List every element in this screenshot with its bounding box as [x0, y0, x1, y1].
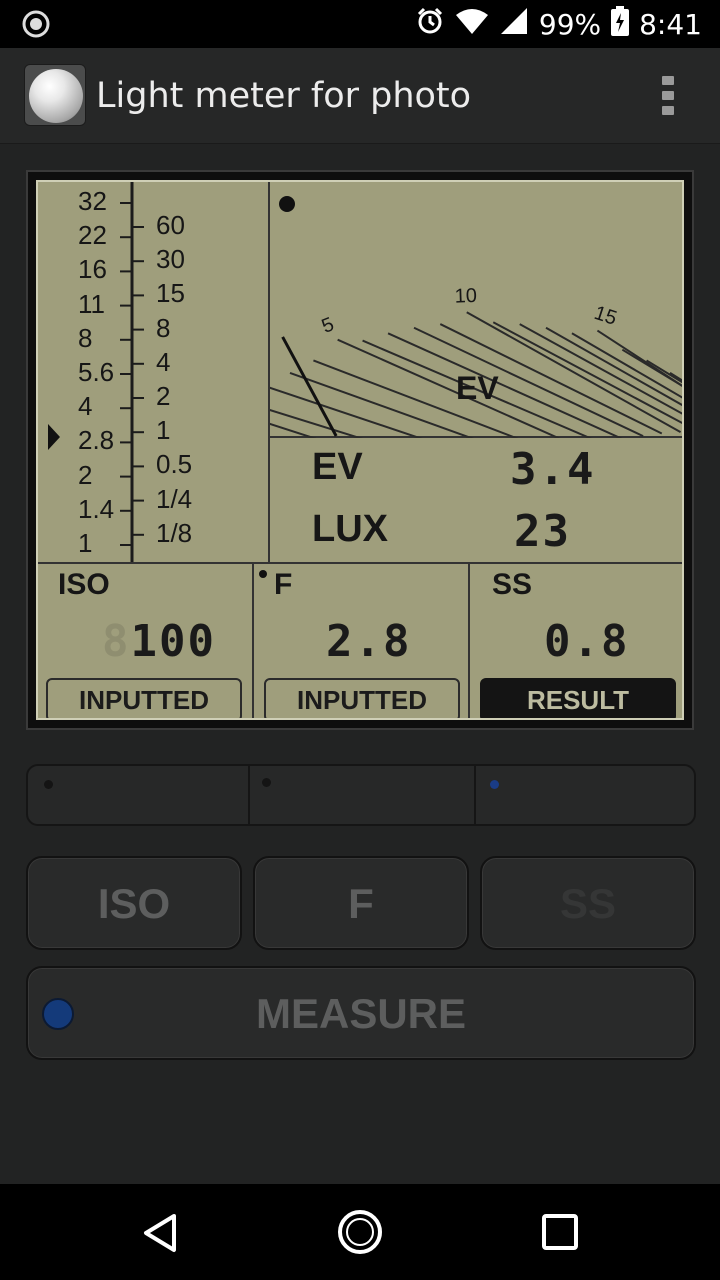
- selector-iso[interactable]: [28, 766, 250, 824]
- gauge-tick: [225, 408, 510, 503]
- parameter-selector: [26, 764, 696, 826]
- selector-f-dot: [262, 778, 271, 787]
- f-cell: F 2.8 INPUTTED: [254, 564, 470, 718]
- back-icon[interactable]: [138, 1210, 184, 1256]
- ev-label: EV: [312, 446, 363, 488]
- app-bar: Light meter for photo: [0, 48, 720, 144]
- exposure-scale: 32 22 16 11 8 5.6 4 2.8 2 1.4 1 60 30 15 8 4 2 1 0.5 1/4 1/…: [38, 182, 270, 562]
- gauge-tick: [245, 401, 525, 491]
- lcd-bottom-row: ISO 8100 INPUTTED F 2.8 INPUTTED SS 0.8 …: [38, 562, 682, 718]
- navigation-bar: [0, 1184, 720, 1280]
- gauge-indicator-dot: [279, 196, 295, 212]
- iso-mode-badge: INPUTTED: [46, 678, 242, 718]
- app-logo-icon: [24, 64, 86, 126]
- iso-button-label: ISO: [97, 880, 171, 927]
- notification-icon: [22, 10, 50, 38]
- aperture-scale-label: 11: [78, 288, 105, 319]
- f-button-label: F: [348, 880, 374, 927]
- battery-percent: 99%: [538, 7, 602, 41]
- gauge-label: EV: [456, 370, 499, 406]
- iso-label: ISO: [58, 568, 110, 601]
- shutter-scale-label: 15: [156, 278, 185, 309]
- f-mode-badge: INPUTTED: [264, 678, 460, 718]
- battery-icon: [611, 5, 630, 43]
- lcd-panel: 32 22 16 11 8 5.6 4 2.8 2 1.4 1 60 30 15 8 4 2 1 0.5 1/4 1/…: [26, 170, 694, 730]
- lux-value: 23: [514, 506, 571, 557]
- shutter-scale-label: 1: [156, 415, 171, 446]
- aperture-scale-label: 2: [78, 459, 93, 490]
- ss-mode-badge: RESULT: [480, 678, 676, 718]
- aperture-scale-label: 32: [78, 186, 107, 216]
- measure-indicator-icon: [42, 998, 74, 1030]
- status-bar: 99% 8:41: [0, 0, 720, 48]
- f-indicator-dot: [259, 570, 267, 578]
- selector-ss[interactable]: [476, 766, 694, 824]
- overflow-menu-icon[interactable]: [656, 74, 680, 118]
- gauge-tick-label: 10: [454, 285, 477, 308]
- ev-readout: EV 3.4 LUX 23: [270, 438, 682, 562]
- aperture-scale-label: 1.4: [78, 493, 115, 524]
- selector-f[interactable]: [250, 766, 476, 824]
- ss-button[interactable]: SS: [480, 856, 696, 950]
- iso-value: 8100: [102, 616, 216, 667]
- clock: 8:41: [639, 7, 702, 41]
- iso-button[interactable]: ISO: [26, 856, 242, 950]
- gauge-tick: [571, 332, 682, 399]
- ss-label: SS: [492, 568, 533, 601]
- f-value: 2.8: [326, 616, 412, 667]
- gauge-tick-label: 5: [319, 313, 338, 338]
- aperture-scale-label: 1: [78, 528, 93, 558]
- gauge-tick: [545, 326, 682, 407]
- alarm-icon: [415, 6, 445, 43]
- app-title: Light meter for photo: [96, 76, 472, 116]
- ss-button-label: SS: [559, 880, 617, 927]
- lux-label: LUX: [312, 508, 388, 550]
- gauge-tick-label: 15: [591, 302, 619, 330]
- aperture-scale-label: 22: [78, 220, 107, 251]
- f-button[interactable]: F: [253, 856, 469, 950]
- gauge-tick: [492, 321, 682, 425]
- shutter-scale-label: 1/8: [156, 517, 193, 548]
- shutter-scale-label: 1/4: [156, 483, 193, 514]
- aperture-scale-label: 8: [78, 322, 93, 353]
- shutter-scale-label: 60: [156, 210, 185, 240]
- signal-icon: [499, 7, 529, 42]
- ss-value: 0.8: [544, 616, 630, 667]
- measure-button[interactable]: MEASURE: [26, 966, 696, 1060]
- aperture-scale-label: 5.6: [78, 357, 115, 387]
- wifi-icon: [455, 7, 489, 42]
- home-icon[interactable]: [336, 1208, 384, 1256]
- f-label: F: [274, 568, 293, 601]
- measure-button-label: MEASURE: [255, 990, 467, 1037]
- selector-ss-dot: [490, 780, 499, 789]
- recents-icon[interactable]: [540, 1212, 580, 1252]
- aperture-scale-label: 4: [78, 391, 93, 422]
- selector-iso-dot: [44, 780, 53, 789]
- shutter-scale-label: 4: [156, 346, 171, 377]
- scale-pointer-icon: [48, 424, 60, 450]
- scale-ticks: [48, 182, 144, 562]
- gauge-tick: [413, 326, 644, 438]
- shutter-scale-label: 30: [156, 244, 185, 275]
- ev-value: 3.4: [510, 444, 596, 495]
- gauge-tick: [387, 332, 626, 441]
- ss-cell: SS 0.8 RESULT: [470, 564, 682, 718]
- aperture-scale-label: 16: [78, 254, 107, 285]
- shutter-scale-label: 8: [156, 312, 171, 343]
- shutter-scale-label: 2: [156, 381, 171, 411]
- gauge-tick: [646, 359, 682, 384]
- lcd-display: 32 22 16 11 8 5.6 4 2.8 2 1.4 1 60 30 15 8 4 2 1 0.5 1/4 1/…: [36, 180, 684, 720]
- ev-gauge: 05101520 EV: [197, 182, 682, 503]
- shutter-scale-label: 0.5: [156, 449, 193, 480]
- aperture-scale-label: 2.8: [78, 425, 115, 456]
- iso-cell: ISO 8100 INPUTTED: [38, 564, 254, 718]
